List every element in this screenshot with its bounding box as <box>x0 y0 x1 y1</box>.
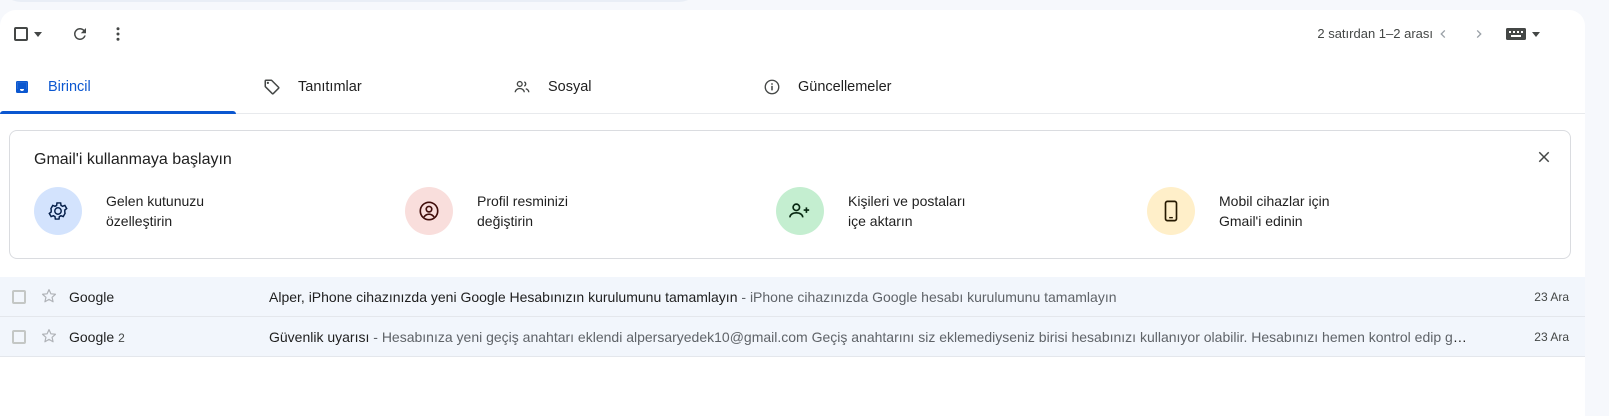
tab-label: Güncellemeler <box>798 79 892 95</box>
step-line1: Kişileri ve postaları <box>848 193 966 209</box>
step-line2: değiştirin <box>477 213 534 229</box>
mail-subject: Alper, iPhone cihazınızda yeni Google He… <box>269 289 738 305</box>
tab-label: Tanıtımlar <box>298 79 362 95</box>
mail-content: Alper, iPhone cihazınızda yeni Google He… <box>269 277 1469 317</box>
refresh-icon[interactable] <box>71 25 89 43</box>
step-change-profile-picture[interactable]: Profil resminizi değiştirin <box>405 186 657 236</box>
category-tabs: Birincil Tanıtımlar Sosyal Güncellemeler <box>0 60 1585 114</box>
tab-promotions[interactable]: Tanıtımlar <box>262 60 362 114</box>
star-icon[interactable] <box>40 327 58 345</box>
people-icon <box>512 77 532 97</box>
inbox-icon <box>12 77 32 97</box>
close-icon[interactable] <box>1535 148 1553 166</box>
sender-name: Google <box>69 289 115 305</box>
gear-icon <box>34 187 82 235</box>
search-bar[interactable] <box>0 0 700 2</box>
chevron-right-icon[interactable] <box>1471 26 1487 42</box>
mail-row[interactable]: Google Alper, iPhone cihazınızda yeni Go… <box>0 277 1585 317</box>
step-label[interactable]: Gelen kutunuzu özelleştirin <box>106 191 286 231</box>
keyboard-icon[interactable] <box>1506 27 1526 41</box>
select-all-checkbox[interactable] <box>8 16 48 52</box>
step-line2: Gmail'i edinin <box>1219 213 1303 229</box>
star-icon[interactable] <box>40 287 58 305</box>
mail-row[interactable]: Google 2 Güvenlik uyarısı - Hesabınıza ye… <box>0 317 1585 357</box>
step-import-contacts[interactable]: Kişileri ve postaları içe aktarın <box>776 186 1028 236</box>
person-add-icon <box>776 187 824 235</box>
info-icon <box>762 77 782 97</box>
mail-date: 23 Ara <box>1534 290 1569 304</box>
checkbox-icon[interactable] <box>12 290 26 304</box>
tab-updates[interactable]: Güncellemeler <box>762 60 892 114</box>
step-label[interactable]: Kişileri ve postaları içe aktarın <box>848 191 1028 231</box>
step-line2: özelleştirin <box>106 213 173 229</box>
checkbox-icon[interactable] <box>12 330 26 344</box>
getting-started-card: Gmail'i kullanmaya başlayın Gelen kutunu… <box>9 130 1571 259</box>
step-line1: Profil resminizi <box>477 193 569 209</box>
active-tab-indicator <box>0 111 236 114</box>
step-label[interactable]: Mobil cihazlar için Gmail'i edinin <box>1219 191 1399 231</box>
checkbox-icon[interactable] <box>14 27 28 41</box>
step-line1: Mobil cihazlar için <box>1219 193 1330 209</box>
pagination-text: 2 satırdan 1–2 arası <box>1317 26 1433 41</box>
input-tools-button[interactable] <box>1503 16 1543 52</box>
step-line2: içe aktarın <box>848 213 913 229</box>
newer-button[interactable] <box>1425 16 1461 52</box>
mail-snippet: - Hesabınıza yeni geçiş anahtarı eklendi… <box>369 329 1469 345</box>
more-vert-icon[interactable] <box>109 25 127 43</box>
account-circle-icon <box>405 187 453 235</box>
older-button[interactable] <box>1461 16 1497 52</box>
step-label[interactable]: Profil resminizi değiştirin <box>477 191 657 231</box>
mail-content: Güvenlik uyarısı - Hesabınıza yeni geçiş… <box>269 317 1469 357</box>
mail-snippet: - iPhone cihazınızda Google hesabı kurul… <box>737 289 1117 305</box>
mail-sender: Google <box>69 277 118 318</box>
card-title: Gmail'i kullanmaya başlayın <box>34 151 232 168</box>
toolbar: 2 satırdan 1–2 arası <box>0 16 1585 52</box>
chevron-down-icon[interactable] <box>1532 31 1540 37</box>
tab-label: Birincil <box>48 79 91 95</box>
chevron-left-icon[interactable] <box>1435 26 1451 42</box>
refresh-button[interactable] <box>62 16 98 52</box>
step-line1: Gelen kutunuzu <box>106 193 205 209</box>
more-options-button[interactable] <box>100 16 136 52</box>
close-button[interactable] <box>1532 145 1556 169</box>
mail-date: 23 Ara <box>1534 330 1569 344</box>
chevron-down-icon[interactable] <box>34 31 42 37</box>
mail-subject: Güvenlik uyarısı <box>269 329 370 345</box>
mail-sender: Google 2 <box>69 317 125 358</box>
tab-primary[interactable]: Birincil <box>12 60 91 114</box>
tab-label: Sosyal <box>548 79 592 95</box>
smartphone-icon <box>1147 187 1195 235</box>
step-get-mobile-app[interactable]: Mobil cihazlar için Gmail'i edinin <box>1147 186 1399 236</box>
thread-count: 2 <box>118 331 125 345</box>
tag-icon <box>262 77 282 97</box>
step-customize-inbox[interactable]: Gelen kutunuzu özelleştirin <box>34 186 286 236</box>
sender-name: Google <box>69 329 115 345</box>
tab-social[interactable]: Sosyal <box>512 60 592 114</box>
